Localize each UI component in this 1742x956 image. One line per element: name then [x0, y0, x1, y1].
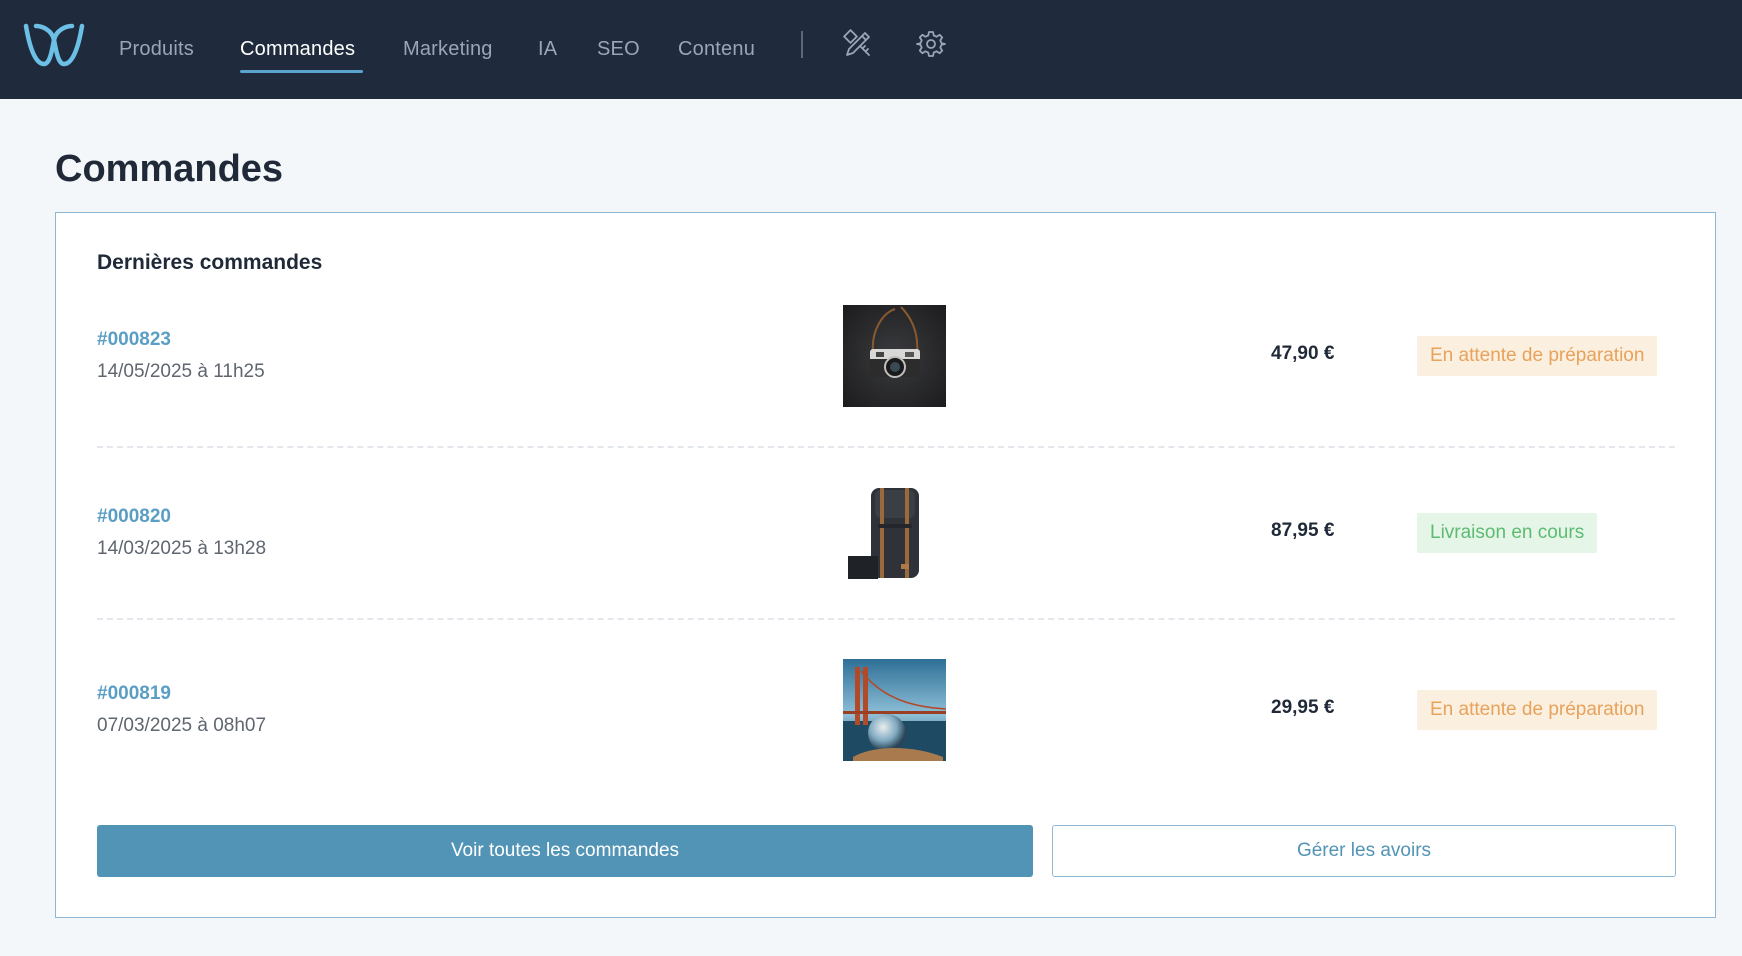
bridge-crystal-ball-image	[843, 659, 946, 761]
latest-orders-card: Dernières commandes #000823 14/05/2025 à…	[55, 212, 1716, 918]
order-price: 87,95 €	[1271, 520, 1335, 541]
order-date: 14/03/2025 à 13h28	[97, 538, 267, 559]
view-all-orders-button[interactable]: Voir toutes les commandes	[97, 825, 1033, 877]
order-price: 29,95 €	[1271, 697, 1335, 718]
nav-item-produits[interactable]: Produits	[119, 0, 194, 99]
camera-image	[843, 305, 946, 407]
order-date: 07/03/2025 à 08h07	[97, 715, 267, 736]
order-id-link[interactable]: #000820	[97, 506, 171, 528]
backpack-image	[843, 482, 946, 584]
nav-item-contenu[interactable]: Contenu	[678, 0, 755, 99]
manage-credit-notes-button[interactable]: Gérer les avoirs	[1052, 825, 1676, 877]
row-divider	[97, 618, 1675, 620]
order-product-image	[843, 305, 946, 407]
nav-item-ia[interactable]: IA	[538, 0, 557, 99]
top-navbar: Produits Commandes Marketing IA SEO Cont…	[0, 0, 1742, 99]
nav-item-commandes[interactable]: Commandes	[240, 0, 355, 99]
order-product-image	[843, 659, 946, 761]
status-badge: Livraison en cours	[1417, 513, 1598, 553]
order-date: 14/05/2025 à 11h25	[97, 361, 265, 382]
status-badge: En attente de préparation	[1417, 336, 1658, 376]
order-row[interactable]: #000819 07/03/2025 à 08h07 29,95 € En at…	[97, 659, 1675, 761]
order-id-link[interactable]: #000819	[97, 683, 171, 705]
status-badge: En attente de préparation	[1417, 690, 1658, 730]
order-product-image	[843, 482, 946, 584]
design-tools-icon[interactable]	[843, 29, 873, 59]
gear-icon[interactable]	[916, 29, 946, 59]
nav-item-seo[interactable]: SEO	[597, 0, 640, 99]
nav-divider	[801, 31, 803, 58]
w-logo-icon[interactable]	[22, 20, 86, 68]
active-tab-indicator	[240, 70, 363, 73]
order-row[interactable]: #000823 14/05/2025 à 11h25 47,90 € En at…	[97, 305, 1675, 407]
order-id-link[interactable]: #000823	[97, 329, 171, 351]
order-price: 47,90 €	[1271, 343, 1335, 364]
nav-item-marketing[interactable]: Marketing	[403, 0, 493, 99]
order-row[interactable]: #000820 14/03/2025 à 13h28 87,95 € Livra…	[97, 482, 1675, 584]
row-divider	[97, 446, 1675, 448]
card-title: Dernières commandes	[97, 251, 323, 274]
page-title: Commandes	[55, 148, 284, 190]
